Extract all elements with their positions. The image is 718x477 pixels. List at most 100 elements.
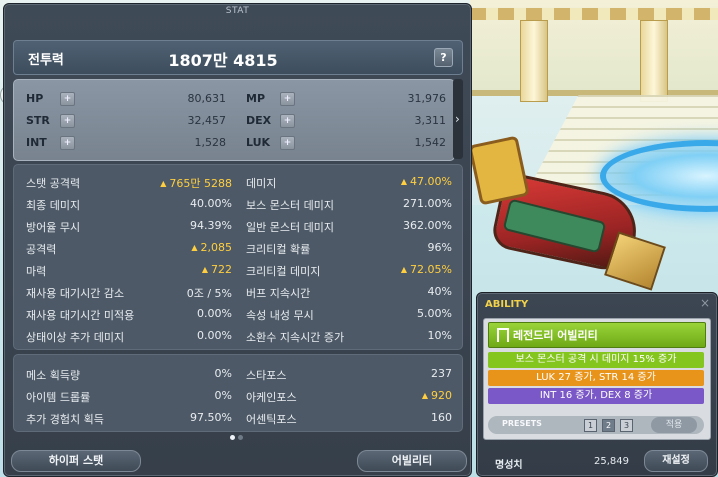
ability-window: ABILITY × 레전드리 어빌리티 보스 몬스터 공격 시 데미지 15% … (476, 292, 718, 477)
ability-grade: 레전드리 어빌리티 (513, 329, 598, 342)
stat-value-wrap: 40.00% (190, 197, 232, 210)
stat-value-wrap: ▲ 722 (202, 263, 232, 276)
apply-button[interactable]: 적용 (651, 417, 697, 433)
stat-label: INT (26, 136, 47, 149)
stat-label: HP (26, 92, 44, 105)
stat-value-wrap: 96% (428, 241, 452, 254)
stat-label: 메소 획득량 (26, 369, 81, 382)
stat-label: 스탯 공격력 (26, 177, 81, 190)
preset-1-button[interactable]: 1 (584, 419, 597, 432)
up-arrow-icon: ▲ (400, 265, 408, 274)
stat-label: DEX (246, 114, 272, 127)
stat-row: 최종 데미지 40.00% (26, 197, 232, 215)
stat-row: MP +31,976 (246, 92, 446, 110)
stat-value-wrap: ▲ 72.05% (401, 263, 452, 276)
stat-value: 72.05% (410, 263, 452, 276)
stat-value: 0% (214, 389, 232, 402)
stat-value: 96% (427, 241, 452, 254)
stat-plus-button[interactable]: + (60, 136, 75, 150)
stat-value-wrap: 31,976 (408, 92, 447, 105)
ability-grade-bar: 레전드리 어빌리티 (488, 322, 706, 348)
stat-label: 최종 데미지 (26, 199, 81, 212)
stat-value: 40.00% (190, 197, 232, 210)
stat-row: 일반 몬스터 데미지 362.00% (246, 219, 452, 237)
stat-value-wrap: 237 (431, 367, 452, 380)
up-arrow-icon: ▲ (400, 177, 408, 186)
stat-value: 1,542 (414, 136, 447, 149)
stat-label: MP (246, 92, 266, 105)
stat-window: STAT 전투력 1807만 4815 ? HP +80,631 MP +31,976… (3, 3, 472, 477)
temple-pillar (520, 20, 548, 102)
ability-line-2: LUK 27 증가, STR 14 증가 (488, 370, 704, 386)
combat-power-bar: 전투력 1807만 4815 ? (13, 40, 463, 75)
stat-row: 보스 몬스터 데미지 271.00% (246, 197, 452, 215)
temple-pillar (640, 20, 668, 102)
stat-value-wrap: 5.00% (417, 307, 452, 320)
temple-arch-band (470, 8, 718, 20)
stat-label: 소환수 지속시간 증가 (246, 331, 345, 344)
stat-plus-button[interactable]: + (60, 114, 75, 128)
stat-value-wrap: 3,311 (415, 114, 447, 127)
stat-label: 크리티컬 확률 (246, 243, 311, 256)
stat-label: 공격력 (26, 243, 57, 256)
stat-plus-button[interactable]: + (280, 92, 295, 106)
stat-value-wrap: ▲ 47.00% (401, 175, 452, 188)
stat-label: 추가 경험치 획득 (26, 413, 104, 426)
stat-value: 47.00% (410, 175, 452, 188)
stat-row: 스타포스 237 (246, 367, 452, 385)
ability-button[interactable]: 어빌리티 (357, 450, 467, 472)
stat-value-wrap: 80,631 (188, 92, 227, 105)
close-icon[interactable]: × (700, 296, 710, 310)
stat-label: STR (26, 114, 50, 127)
help-button[interactable]: ? (434, 48, 453, 67)
stat-value: 10% (427, 329, 452, 342)
stat-row: INT +1,528 (26, 136, 226, 154)
ability-line-3: INT 16 증가, DEX 8 증가 (488, 388, 704, 404)
stat-value: 5.00% (417, 307, 452, 320)
stat-plus-button[interactable]: + (60, 92, 75, 106)
up-arrow-icon: ▲ (191, 243, 198, 252)
stat-window-title: STAT (225, 6, 250, 16)
page-dot[interactable] (230, 435, 235, 440)
hyper-stat-button[interactable]: 하이퍼 스탯 (11, 450, 141, 472)
stat-row: 크리티컬 데미지 ▲ 72.05% (246, 263, 452, 281)
stat-value: 237 (431, 367, 452, 380)
stat-label: 재사용 대기시간 감소 (26, 287, 125, 300)
fame-value: 25,849 (594, 456, 629, 467)
stat-label: LUK (246, 136, 271, 149)
stat-value: 0.00% (197, 307, 232, 320)
stat-value-wrap: 0.00% (197, 307, 232, 320)
preset-2-button[interactable]: 2 (602, 419, 615, 432)
stat-value-wrap: ▲ 765만 5288 (160, 175, 232, 191)
stat-plus-button[interactable]: + (280, 114, 295, 128)
character-helmet (468, 135, 530, 206)
stat-label: 스타포스 (246, 369, 287, 382)
combat-power-label: 전투력 (28, 53, 64, 68)
up-arrow-icon: ▲ (421, 391, 428, 400)
stat-row: 스탯 공격력 ▲ 765만 5288 (26, 175, 232, 193)
stat-label: 데미지 (246, 177, 277, 190)
page-dot[interactable] (238, 435, 243, 440)
expand-arrow-icon[interactable]: › (455, 112, 460, 126)
stat-label: 방어율 무시 (26, 221, 81, 234)
stat-value-wrap: 0% (215, 389, 232, 402)
stat-value: 94.39% (190, 219, 232, 232)
stat-plus-button[interactable]: + (280, 136, 295, 150)
stat-value-wrap: 362.00% (403, 219, 452, 232)
stat-row: 크리티컬 확률 96% (246, 241, 452, 259)
ability-content: 레전드리 어빌리티 보스 몬스터 공격 시 데미지 15% 증가 LUK 27 … (483, 318, 711, 440)
stat-value: 160 (431, 411, 452, 424)
etc-stats-panel: 메소 획득량 0% 스타포스 237 아이템 드롭률 0% 아케인포스 ▲ 920 추가 경험치 … (13, 354, 463, 432)
main-stats-panel: HP +80,631 MP +31,976 STR +32,457 DEX +3,311 INT… (13, 79, 455, 161)
bookmark-icon (497, 328, 509, 342)
stat-value: 765만 5288 (169, 177, 232, 190)
stat-row: 아케인포스 ▲ 920 (246, 389, 452, 407)
stat-label: 일반 몬스터 데미지 (246, 221, 334, 234)
preset-3-button[interactable]: 3 (620, 419, 633, 432)
stat-label: 상태이상 추가 데미지 (26, 331, 125, 344)
stat-value-wrap: 94.39% (190, 219, 232, 232)
reset-ability-button[interactable]: 재설정 (644, 450, 708, 472)
stat-value: 0.00% (197, 329, 232, 342)
stat-row: 데미지 ▲ 47.00% (246, 175, 452, 193)
stat-value: 920 (431, 389, 452, 402)
